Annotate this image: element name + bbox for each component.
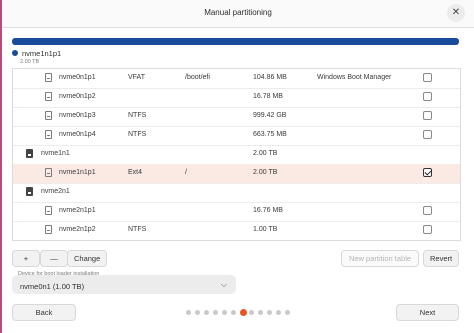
table-row[interactable]: nvme0n1p2 16.78 MB [13,88,460,108]
device-cell: nvme0n1p4 [59,131,96,138]
size-cell: 16.78 MB [253,93,283,100]
partition-table: nvme0n1p1 VFAT/boot/efi 104.86 MB Windows B… [12,68,461,241]
partition-icon [45,73,52,82]
format-checkbox[interactable] [423,130,432,139]
size-cell: 16.76 MB [253,207,283,214]
close-icon[interactable]: ✕ [447,4,465,22]
device-cell: nvme2n1p1 [59,207,96,214]
disk-icon [26,149,33,158]
table-row[interactable]: nvme1n1p1 Ext4 / 2.00 TB [13,164,460,184]
window-title: Manual partitioning [204,8,272,17]
disk-legend: nvme1n1p1 [12,49,61,58]
pagination-dot [285,310,290,315]
size-cell: 104.86 MB [253,74,287,81]
device-cell: nvme2n1p2 [59,226,96,233]
pagination-dot [258,310,263,315]
chevron-down-icon: ⌵ [220,280,227,289]
format-checkbox[interactable] [423,92,432,101]
disk-usage-bar [12,38,459,45]
table-row[interactable]: nvme0n1p1 VFAT/boot/efi 104.86 MB Windows B… [13,69,460,89]
partition-icon [45,225,52,234]
type-cell: NTFS [128,131,147,138]
pagination-dot [249,310,254,315]
pagination-dot [231,310,236,315]
partition-icon [45,168,52,177]
size-cell: 2.00 TB [253,169,278,176]
bootloader-value: nvme0n1 (1.00 TB) [20,282,85,291]
type-cell: NTFS [128,112,147,119]
device-cell: nvme0n1p3 [59,112,96,119]
pagination-dot [276,310,281,315]
disk-name: nvme1n1p1 [22,49,62,58]
next-button[interactable]: Next [396,304,459,321]
disk-size: 2.00 TB [20,59,40,65]
size-cell: 2.00 TB [253,150,278,157]
size-cell: 1.00 TB [253,226,278,233]
format-checkbox[interactable] [423,206,432,215]
window-frame-edge [0,0,2,333]
pagination-dot [195,310,200,315]
size-cell: 663.75 MB [253,131,287,138]
pagination-dot [186,310,191,315]
new-partition-table-button[interactable]: New partition table [341,250,419,267]
pagination-dot [204,310,209,315]
format-checkbox[interactable] [423,168,432,177]
table-row[interactable]: nvme2n1p1 16.76 MB [13,202,460,222]
title-bar: Manual partitioning ✕ [2,0,474,28]
bootloader-device-select[interactable]: nvme0n1 (1.00 TB) ⌵ [12,275,236,294]
device-cell: nvme0n1p1 [59,74,96,81]
change-partition-button[interactable]: Change [67,250,107,267]
remove-partition-button[interactable]: — [40,250,68,267]
table-row[interactable]: nvme0n1p3 NTFS 999.42 GB [13,107,460,127]
back-button[interactable]: Back [12,304,76,321]
device-cell: nvme1n1p1 [59,169,96,176]
table-row[interactable]: nvme2n1 [13,183,460,203]
format-checkbox[interactable] [423,225,432,234]
pagination-dot [222,310,227,315]
pagination-dot [267,310,272,315]
partition-icon [45,206,52,215]
device-cell: nvme2n1 [41,188,70,195]
device-cell: nvme1n1 [41,150,70,157]
format-checkbox[interactable] [423,111,432,120]
system-cell: Windows Boot Manager [317,74,392,81]
table-row[interactable]: nvme0n1p4 NTFS 663.75 MB [13,126,460,146]
mount-cell: / [185,169,187,176]
partition-icon [45,111,52,120]
revert-button[interactable]: Revert [423,250,459,267]
partition-icon [45,92,52,101]
type-cell: VFAT [128,74,145,81]
device-cell: nvme0n1p2 [59,93,96,100]
size-cell: 999.42 GB [253,112,287,119]
table-row[interactable]: nvme2n1p2 NTFS 1.00 TB [13,221,460,240]
pagination-dot [213,310,218,315]
table-row[interactable]: nvme1n1 2.00 TB [13,145,460,165]
pagination-dot-active [240,309,247,316]
type-cell: Ext4 [128,169,143,176]
mount-cell: /boot/efi [185,74,210,81]
disk-icon [26,187,33,196]
partition-icon [45,130,52,139]
add-partition-button[interactable]: + [12,250,40,267]
format-checkbox[interactable] [423,73,432,82]
type-cell: NTFS [128,226,147,233]
legend-dot-icon [12,50,18,56]
